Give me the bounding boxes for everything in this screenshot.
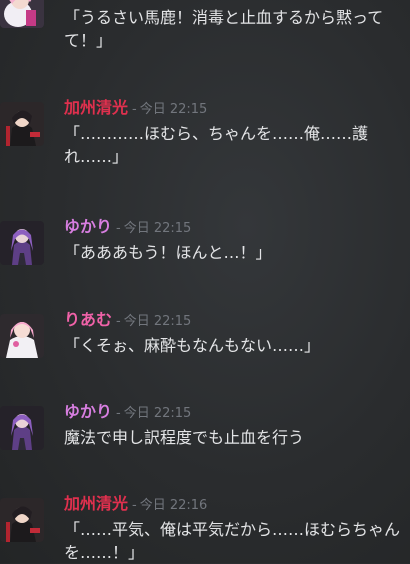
timestamp: 今日 22:15 xyxy=(123,221,192,236)
separator: - xyxy=(132,102,137,117)
author-name[interactable]: 加州清光 xyxy=(64,494,128,513)
timestamp: 今日 22:15 xyxy=(139,102,208,117)
timestamp: 今日 22:16 xyxy=(139,498,208,513)
author-name[interactable]: 加州清光 xyxy=(64,98,128,117)
riamu-pink-icon xyxy=(0,314,44,358)
message-header: 加州清光 - 今日 22:15 xyxy=(64,98,207,120)
avatar[interactable] xyxy=(0,102,44,146)
avatar[interactable] xyxy=(0,0,44,28)
message-text: 「あああもう！ほんと…！」 xyxy=(64,243,272,262)
author-name[interactable]: ゆかり xyxy=(64,217,112,236)
avatar[interactable] xyxy=(0,498,44,542)
chat-message: 加州清光 - 今日 22:16 「……平気、俺は平気だから……ほむらちゃんを……！」 xyxy=(0,494,410,563)
chat-message: りあむ - 今日 22:15 「くそぉ、麻酔もなんもない……」 xyxy=(0,310,410,370)
message-header: ゆかり - 今日 22:15 xyxy=(64,217,191,239)
separator: - xyxy=(132,498,137,513)
avatar[interactable] xyxy=(0,406,44,450)
girl-white-icon xyxy=(0,0,44,28)
kashu-red-icon xyxy=(0,498,44,542)
timestamp: 今日 22:15 xyxy=(123,406,192,421)
chat-message: ゆかり - 今日 22:15 魔法で申し訳程度でも止血を行う xyxy=(0,402,410,462)
kashu-red-icon xyxy=(0,102,44,146)
chat-message: ゆかり - 今日 22:15 「あああもう！ほんと…！」 xyxy=(0,217,410,277)
yukari-purple-icon xyxy=(0,406,44,450)
chat-message: 「うるさい馬鹿！消毒と止血するから黙ってて！」 xyxy=(0,0,410,60)
message-header: りあむ - 今日 22:15 xyxy=(64,310,191,332)
avatar[interactable] xyxy=(0,221,44,265)
author-name[interactable]: りあむ xyxy=(64,310,112,329)
message-text: 「…………ほむら、ちゃんを……俺……護れ……」 xyxy=(64,124,369,166)
separator: - xyxy=(116,314,121,329)
author-name[interactable]: ゆかり xyxy=(64,402,112,421)
avatar[interactable] xyxy=(0,314,44,358)
message-header: 加州清光 - 今日 22:16 xyxy=(64,494,207,516)
message-text: 「……平気、俺は平気だから……ほむらちゃんを……！」 xyxy=(64,520,401,562)
message-header: ゆかり - 今日 22:15 xyxy=(64,402,191,424)
chat-message: 加州清光 - 今日 22:15 「…………ほむら、ちゃんを……俺……護れ……」 xyxy=(0,98,410,178)
chat-feed: 「うるさい馬鹿！消毒と止血するから黙ってて！」 加州清光 - 今日 22:15 「…… xyxy=(0,0,410,563)
separator: - xyxy=(116,406,121,421)
timestamp: 今日 22:15 xyxy=(123,314,192,329)
message-text: 「くそぉ、麻酔もなんもない……」 xyxy=(64,336,321,355)
yukari-purple-icon xyxy=(0,221,44,265)
message-text: 「うるさい馬鹿！消毒と止血するから黙ってて！」 xyxy=(64,8,384,50)
separator: - xyxy=(116,221,121,236)
message-text: 魔法で申し訳程度でも止血を行う xyxy=(64,428,305,447)
